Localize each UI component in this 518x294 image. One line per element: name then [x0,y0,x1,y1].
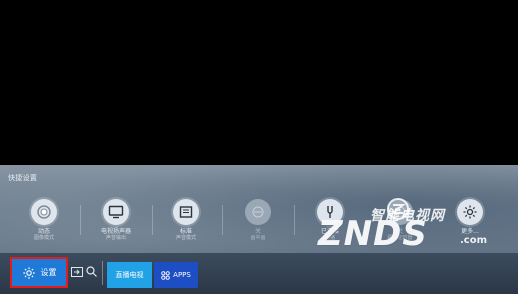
settings-button[interactable]: 设置 [10,257,68,288]
quick-setting-network[interactable]: 已连接 网络 [300,191,360,253]
quick-setting-label: 动态 [37,228,50,235]
gear-icon [22,266,35,279]
quick-setting-label: 关 [396,228,403,235]
tv-speaker-icon [103,199,129,225]
sound-mode-icon [173,199,199,225]
quick-setting-sound-mode[interactable]: 标准 声音模式 [156,191,216,253]
live-tv-tile[interactable]: 直播电视 [107,262,152,288]
quick-setting-label: 已连接 [320,228,339,235]
apps-label: APPS [173,271,191,279]
quick-setting-sublabel: 睡眠定时器 [387,235,413,241]
sleep-timer-icon [387,199,413,225]
settings-button-label: 设置 [40,268,57,277]
pip-icon [245,199,271,225]
quick-setting-sublabel: 网络 [324,235,335,241]
tv-screen: 快捷设置 动态 图像模式 电视扬声器 声音输出 标准 声音模式 关 画中画 已连… [0,0,518,294]
quick-setting-label: 更多... [461,228,479,235]
apps-icon [161,270,170,280]
quick-setting-speaker[interactable]: 电视扬声器 声音输出 [86,191,146,253]
more-settings-icon [457,199,483,225]
quick-setting-more[interactable]: 更多... [440,191,500,253]
quick-setting-sublabel: 图像模式 [33,235,54,241]
picture-mode-icon [31,199,57,225]
bottom-menu-bar: 设置 直播电视 APPS [0,253,518,294]
quick-setting-label: 电视扬声器 [100,228,131,235]
quick-setting-sublabel: 画中画 [250,235,266,241]
quick-setting-sublabel: 声音输出 [105,235,126,241]
quick-setting-label: 标准 [179,228,192,235]
quick-setting-label: 关 [254,228,261,235]
quick-settings-title: 快捷设置 [8,174,38,182]
quick-setting-sublabel: 声音模式 [175,235,196,241]
divider [80,205,81,235]
quick-setting-sleep-timer[interactable]: 关 睡眠定时器 [370,191,430,253]
divider [152,205,153,235]
divider [102,261,103,285]
quick-setting-picture-mode[interactable]: 动态 图像模式 [14,191,74,253]
quick-settings-panel: 快捷设置 动态 图像模式 电视扬声器 声音输出 标准 声音模式 关 画中画 已连… [0,165,518,258]
source-input-icon[interactable] [71,267,83,277]
apps-tile[interactable]: APPS [154,262,198,288]
network-icon [317,199,343,225]
search-icon[interactable] [86,266,97,277]
divider [294,205,295,235]
live-tv-label: 直播电视 [115,271,144,279]
quick-setting-pip[interactable]: 关 画中画 [228,191,288,253]
divider [222,205,223,235]
